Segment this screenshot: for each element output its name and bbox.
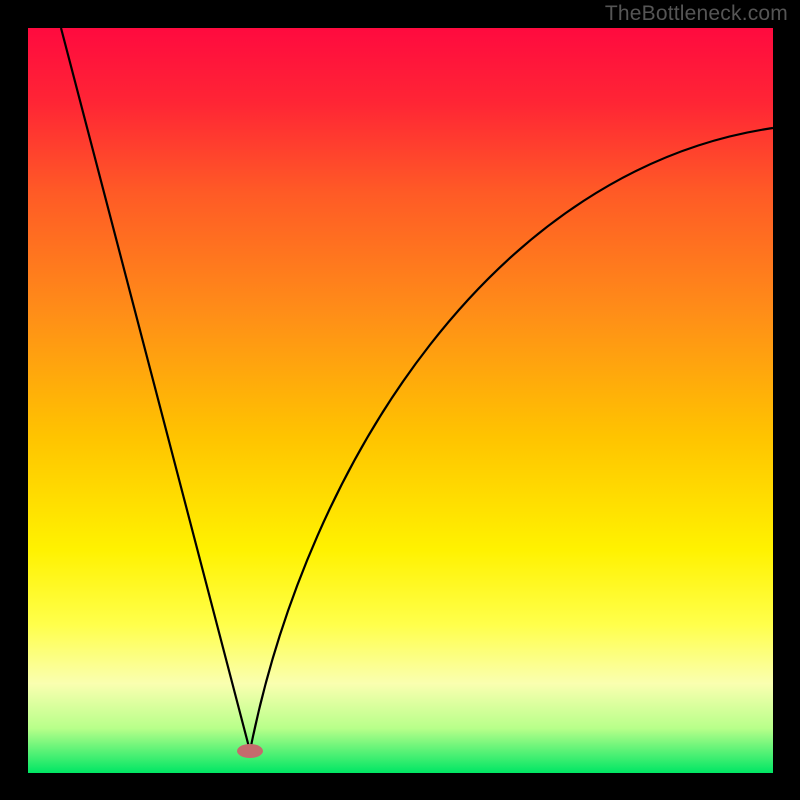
plot-area (28, 28, 773, 773)
plot-svg (28, 28, 773, 773)
optimum-marker (237, 744, 263, 758)
gradient-background (28, 28, 773, 773)
watermark-text: TheBottleneck.com (605, 2, 788, 26)
chart-container: TheBottleneck.com (0, 0, 800, 800)
